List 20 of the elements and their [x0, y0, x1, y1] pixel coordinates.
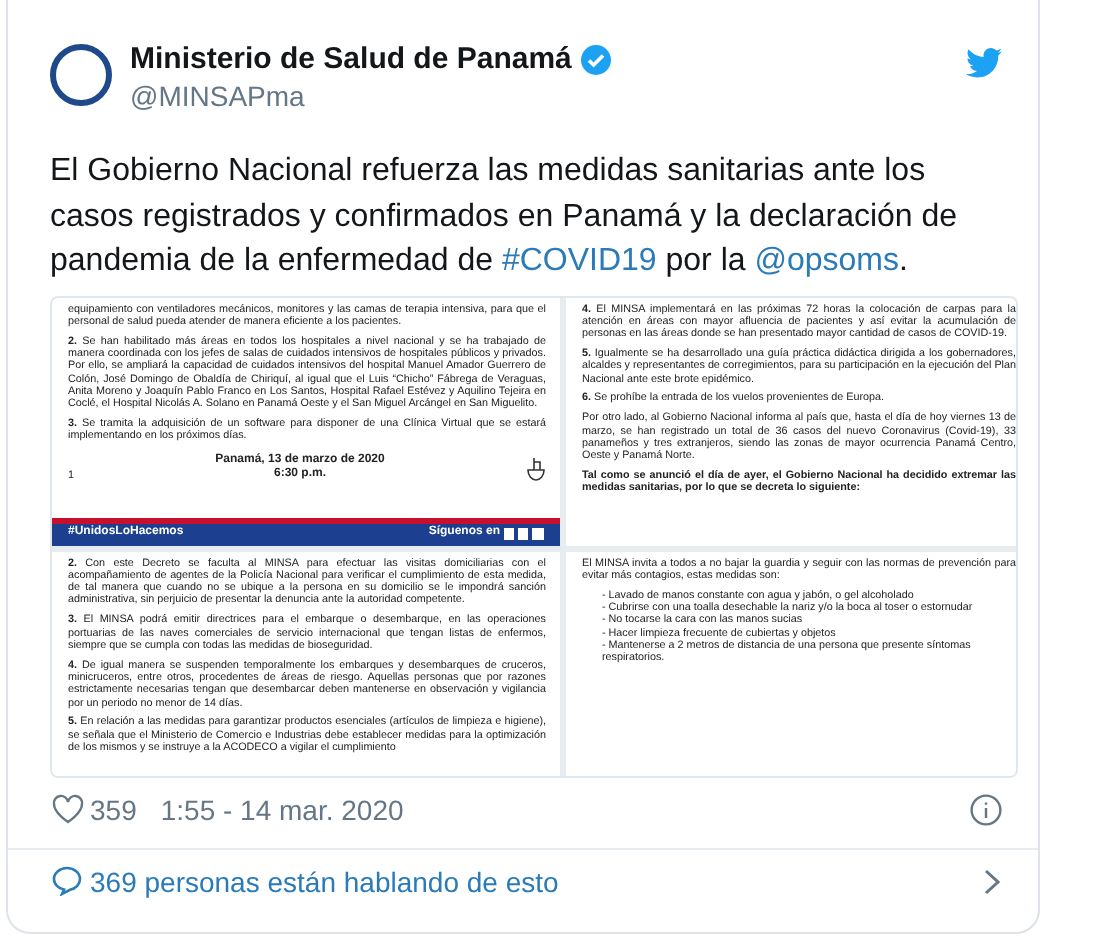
tweet-text: El Gobierno Nacional refuerza las medidas sanitarias ante los casos registrados y confirmados en Panamá y la declaración de pandemia de la enfermedad de #COVID19 por la @opsoms.: [50, 152, 960, 282]
mention-link[interactable]: @opsoms: [754, 244, 899, 278]
info-icon[interactable]: [970, 793, 1002, 825]
document-image[interactable]: [566, 297, 1016, 545]
heart-icon: [52, 794, 84, 824]
social-icons: [504, 527, 544, 540]
hand-icon: [527, 457, 545, 482]
comment-icon: [52, 866, 82, 896]
document-image[interactable]: [566, 551, 1016, 775]
document-image[interactable]: [52, 551, 560, 775]
bird-icon[interactable]: [966, 48, 1002, 78]
avatar[interactable]: [50, 44, 112, 106]
account-name[interactable]: Ministerio de Salud de Panamá: [130, 42, 572, 76]
hashtag-link[interactable]: #COVID19: [501, 244, 657, 278]
timestamp-link[interactable]: 1:55 - 14 mar. 2020: [160, 793, 404, 825]
conversation-link[interactable]: 369 personas están hablando de esto: [52, 865, 559, 897]
like-button[interactable]: 359: [52, 793, 137, 825]
document-image[interactable]: [52, 297, 560, 545]
account-handle[interactable]: @MINSAPma: [130, 80, 948, 112]
chevron-icon[interactable]: [985, 868, 1001, 894]
